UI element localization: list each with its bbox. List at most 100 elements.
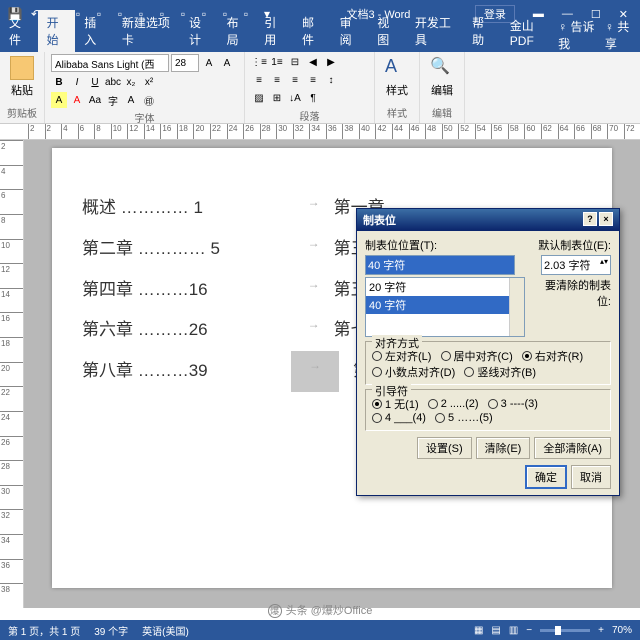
scrollbar[interactable] <box>509 278 524 336</box>
tab-position-input[interactable]: 40 字符 <box>365 255 515 275</box>
tab-arrow-icon: → <box>308 229 320 270</box>
tell-me[interactable]: ♀ 告诉我 <box>558 18 597 52</box>
word-count[interactable]: 39 个字 <box>94 623 128 638</box>
editing-button[interactable]: 🔍 编辑 <box>426 54 458 100</box>
grow-font-icon[interactable]: A <box>201 55 217 71</box>
view-read-icon[interactable]: ▤ <box>491 625 500 636</box>
ribbon: 粘贴 剪贴板 Alibaba Sans Light (西 28 A A B I … <box>0 52 640 124</box>
strike-icon[interactable]: abc <box>105 74 121 90</box>
font-color-icon[interactable]: A <box>69 92 85 108</box>
align-center-radio[interactable]: 居中对齐(C) <box>441 348 513 364</box>
line-spacing-icon[interactable]: ↕ <box>323 72 339 88</box>
align-center-icon[interactable]: ≡ <box>269 72 285 88</box>
indent-inc-icon[interactable]: ▶ <box>323 54 339 70</box>
shading-icon[interactable]: ▨ <box>251 90 267 106</box>
show-marks-icon[interactable]: ¶ <box>305 90 321 106</box>
zoom-slider[interactable] <box>540 629 590 632</box>
ok-button[interactable]: 确定 <box>525 465 567 489</box>
tab-arrow-icon: → <box>308 270 320 311</box>
bold-icon[interactable]: B <box>51 74 67 90</box>
highlight-icon[interactable]: A <box>51 92 67 108</box>
sub-icon[interactable]: x₂ <box>123 74 139 90</box>
phonetic-icon[interactable]: 字 <box>105 92 121 108</box>
tab-developer[interactable]: 开发工具 <box>406 10 463 52</box>
clear-format-icon[interactable]: A <box>123 92 139 108</box>
avatar-icon: 爆 <box>268 604 282 618</box>
paste-icon <box>10 56 34 80</box>
tab-arrow-icon: → <box>308 310 320 351</box>
italic-icon[interactable]: I <box>69 74 85 90</box>
leader-group: 引导符 1 无(1) 2 .....(2) 3 ----(3) 4 ___(4)… <box>365 389 611 431</box>
default-tab-input[interactable]: 2.03 字符▴▾ <box>541 255 611 275</box>
char-border-icon[interactable]: Aa <box>87 92 103 108</box>
set-button[interactable]: 设置(S) <box>417 437 472 459</box>
tab-pdf[interactable]: 金山PDF <box>501 13 558 52</box>
list-item[interactable]: 40 字符 <box>366 296 524 314</box>
dialog-close-icon[interactable]: × <box>599 212 613 226</box>
enclose-icon[interactable]: ㊞ <box>141 92 157 108</box>
clipboard-group: 粘贴 剪贴板 <box>0 52 45 123</box>
tab-file[interactable]: 文件 <box>0 10 38 52</box>
zoom-in-icon[interactable]: + <box>598 625 604 636</box>
leader-3-radio[interactable]: 3 ----(3) <box>488 398 538 410</box>
vertical-ruler[interactable]: 2468101214161820222426283032343638 <box>0 140 24 608</box>
language[interactable]: 英语(美国) <box>142 623 189 638</box>
tab-insert[interactable]: 插入 <box>75 10 113 52</box>
horizontal-ruler[interactable]: 2246810121416182022242628303234363840424… <box>0 124 640 140</box>
view-web-icon[interactable]: ▥ <box>509 625 518 636</box>
tab-view[interactable]: 视图 <box>368 10 406 52</box>
zoom-level[interactable]: 70% <box>612 625 632 636</box>
status-bar: 第 1 页，共 1 页 39 个字 英语(美国) ▦ ▤ ▥ − + 70% <box>0 620 640 640</box>
view-print-icon[interactable]: ▦ <box>474 625 483 636</box>
leader-2-radio[interactable]: 2 .....(2) <box>428 398 479 410</box>
clear-tabs-label: 要清除的制表位: <box>531 277 611 337</box>
leader-4-radio[interactable]: 4 ___(4) <box>372 412 426 424</box>
clear-all-button[interactable]: 全部清除(A) <box>534 437 611 459</box>
default-tab-label: 默认制表位(E): <box>538 237 611 253</box>
alignment-group: 对齐方式 左对齐(L) 居中对齐(C) 右对齐(R) 小数点对齐(D) 竖线对齐… <box>365 341 611 385</box>
align-right-icon[interactable]: ≡ <box>287 72 303 88</box>
numbering-icon[interactable]: 1≡ <box>269 54 285 70</box>
zoom-out-icon[interactable]: − <box>526 625 532 636</box>
tab-design[interactable]: 设计 <box>180 10 218 52</box>
tab-mailings[interactable]: 邮件 <box>293 10 331 52</box>
tab-newtab[interactable]: 新建选项卡 <box>113 10 180 52</box>
share-button[interactable]: ♀ 共享 <box>605 18 634 52</box>
attribution: 爆头条 @爆炒Office <box>0 602 640 618</box>
indent-dec-icon[interactable]: ◀ <box>305 54 321 70</box>
shrink-font-icon[interactable]: A <box>219 55 235 71</box>
tab-positions-list[interactable]: 20 字符 40 字符 <box>365 277 525 337</box>
styles-button[interactable]: A 样式 <box>381 54 413 100</box>
leader-5-radio[interactable]: 5 ……(5) <box>435 412 493 424</box>
align-decimal-radio[interactable]: 小数点对齐(D) <box>372 364 455 380</box>
clear-button[interactable]: 清除(E) <box>476 437 531 459</box>
dialog-titlebar[interactable]: 制表位 ?× <box>357 209 619 231</box>
tab-references[interactable]: 引用 <box>255 10 293 52</box>
dialog-title: 制表位 <box>363 212 396 228</box>
multilevel-icon[interactable]: ⊟ <box>287 54 303 70</box>
cancel-button[interactable]: 取消 <box>571 465 611 489</box>
sort-icon[interactable]: ↓A <box>287 90 303 106</box>
styles-icon: A <box>385 56 409 80</box>
tab-position-label: 制表位位置(T): <box>365 237 437 253</box>
tabs-dialog: 制表位 ?× 制表位位置(T): 默认制表位(E): 40 字符 2.03 字符… <box>356 208 620 496</box>
tab-help[interactable]: 帮助 <box>463 10 501 52</box>
dialog-help-icon[interactable]: ? <box>583 212 597 226</box>
page-number[interactable]: 第 1 页，共 1 页 <box>8 623 80 638</box>
justify-icon[interactable]: ≡ <box>305 72 321 88</box>
align-left-icon[interactable]: ≡ <box>251 72 267 88</box>
align-right-radio[interactable]: 右对齐(R) <box>522 348 583 364</box>
tab-review[interactable]: 审阅 <box>331 10 369 52</box>
list-item[interactable]: 20 字符 <box>366 278 524 296</box>
borders-icon[interactable]: ⊞ <box>269 90 285 106</box>
underline-icon[interactable]: U <box>87 74 103 90</box>
font-name-select[interactable]: Alibaba Sans Light (西 <box>51 54 169 72</box>
bullets-icon[interactable]: ⋮≡ <box>251 54 267 70</box>
align-bar-radio[interactable]: 竖线对齐(B) <box>464 364 536 380</box>
tab-layout[interactable]: 布局 <box>218 10 256 52</box>
font-size-select[interactable]: 28 <box>171 54 199 72</box>
paragraph-group: ⋮≡ 1≡ ⊟ ◀ ▶ ≡ ≡ ≡ ≡ ↕ ▨ ⊞ ↓A ¶ 段落 <box>245 52 375 123</box>
sup-icon[interactable]: x² <box>141 74 157 90</box>
tab-home[interactable]: 开始 <box>38 10 76 52</box>
paste-button[interactable]: 粘贴 <box>6 54 38 100</box>
